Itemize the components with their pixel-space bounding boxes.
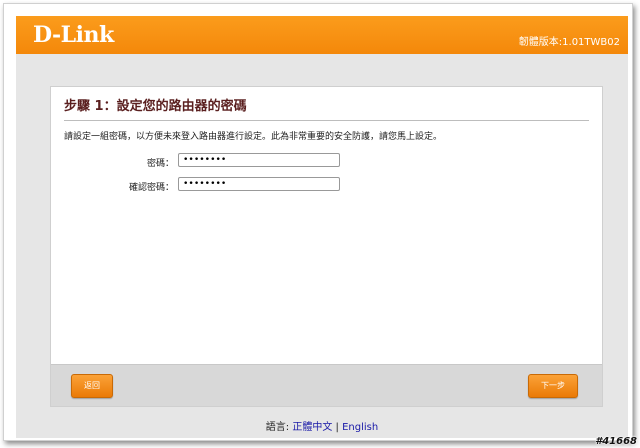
header-bar: D-Link 韌體版本:1.01TWB02 (16, 16, 628, 54)
back-button[interactable]: 返回 (71, 374, 113, 398)
language-label: 語言: (265, 422, 290, 433)
wizard-panel: 步驟 1：設定您的路由器的密碼 請設定一組密碼，以方便未來登入路由器進行設定。此… (50, 86, 603, 407)
password-field[interactable]: •••••••• (178, 153, 340, 167)
step-title: 步驟 1：設定您的路由器的密碼 (64, 97, 589, 121)
password-label: 密碼： (146, 159, 174, 169)
dlink-logo: D-Link (33, 22, 114, 48)
step-description: 請設定一組密碼，以方便未來登入路由器進行設定。此為非常重要的安全防護，請您馬上設… (64, 132, 443, 142)
firmware-version: 韌體版本:1.01TWB02 (518, 37, 620, 48)
wizard-footer: 返回 下一步 (51, 364, 602, 406)
screenshot-frame: D-Link 韌體版本:1.01TWB02 步驟 1：設定您的路由器的密碼 請設… (3, 3, 633, 441)
next-button[interactable]: 下一步 (528, 374, 578, 398)
confirm-password-field[interactable]: •••••••• (178, 177, 340, 191)
confirm-password-label: 確認密碼： (128, 183, 174, 193)
language-selector: 語言: 正體中文 | English (16, 418, 628, 433)
router-setup-page: D-Link 韌體版本:1.01TWB02 步驟 1：設定您的路由器的密碼 請設… (16, 16, 628, 438)
language-separator: | (335, 422, 339, 433)
language-option-english[interactable]: English (342, 422, 378, 433)
image-watermark: #41668 (595, 436, 637, 447)
language-option-traditional-chinese[interactable]: 正體中文 (292, 422, 332, 433)
